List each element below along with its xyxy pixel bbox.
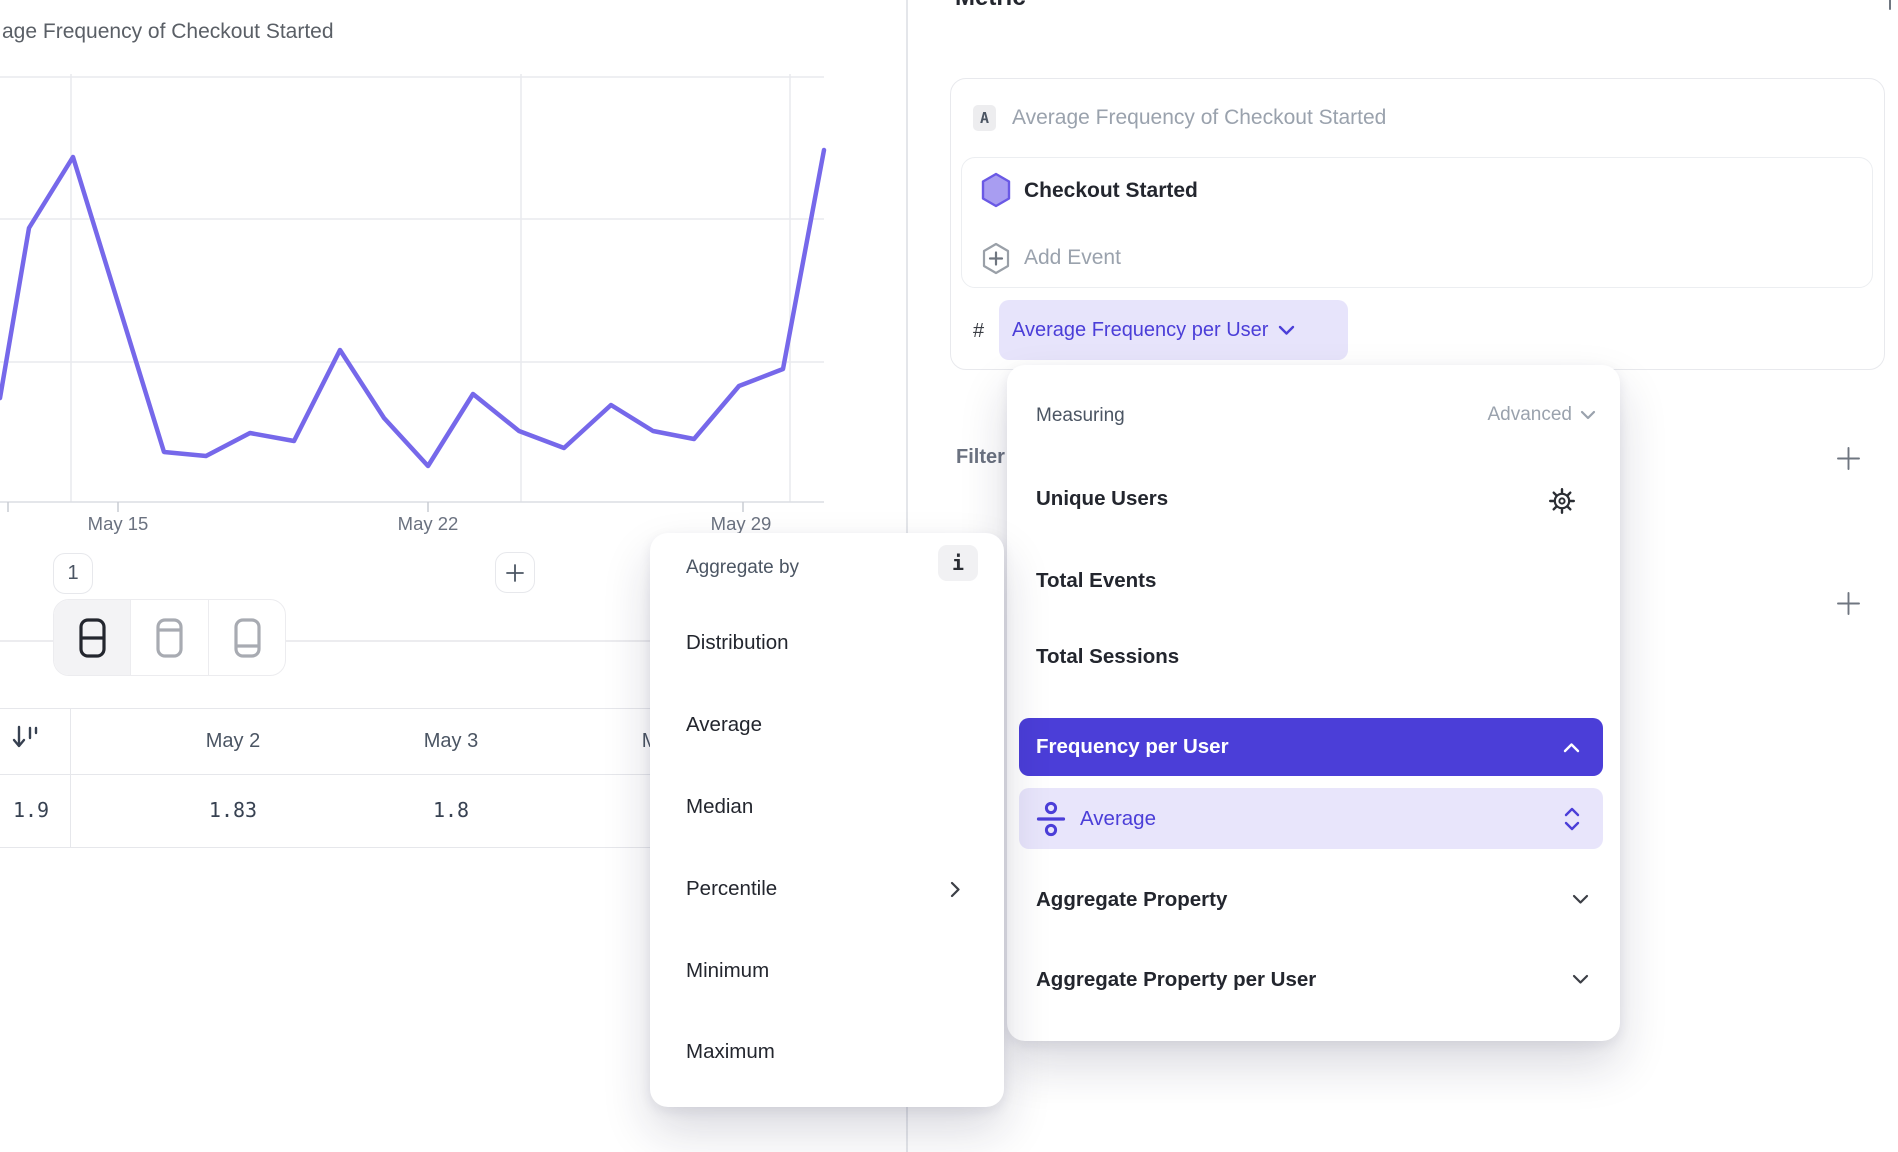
aggregate-property-expand[interactable] xyxy=(1572,894,1589,905)
sub-item-average[interactable]: Average xyxy=(1019,788,1603,849)
percentile-submenu-arrow xyxy=(950,881,961,898)
toggle-split-rows[interactable] xyxy=(54,600,131,675)
sort-descending-icon xyxy=(10,722,40,754)
menu-item-total-events[interactable]: Total Events xyxy=(1036,569,1156,593)
add-event-icon[interactable] xyxy=(981,242,1011,275)
metric-section-heading: Metric xyxy=(955,0,1026,12)
menu-item-aggregate-property-per-user[interactable]: Aggregate Property per User xyxy=(1036,968,1316,992)
agg-item-minimum[interactable]: Minimum xyxy=(686,959,769,983)
table-cell-total: 1.9 xyxy=(0,774,62,847)
measure-pill-label: Average Frequency per User xyxy=(1012,319,1268,342)
agg-item-average[interactable]: Average xyxy=(686,713,762,737)
toggle-bottom-bar[interactable] xyxy=(209,600,285,675)
chart-builder-app: age Frequency of Checkout Started May 15… xyxy=(0,0,1898,1152)
metric-title-input[interactable]: Average Frequency of Checkout Started xyxy=(1012,106,1386,130)
chevron-right-icon xyxy=(950,881,961,898)
info-icon[interactable]: i xyxy=(938,545,978,581)
chevron-down-icon xyxy=(1580,410,1596,420)
agg-item-median[interactable]: Median xyxy=(686,795,753,819)
measure-type-prefix: # xyxy=(973,320,984,343)
menu-item-aggregate-property[interactable]: Aggregate Property xyxy=(1036,888,1227,912)
add-event-label[interactable]: Add Event xyxy=(1024,246,1121,270)
filter-section-heading: Filter xyxy=(956,446,1005,469)
metric-label-badge: A xyxy=(973,105,996,131)
granularity-input[interactable]: 1 xyxy=(53,553,93,594)
aggregate-property-per-user-expand[interactable] xyxy=(1572,974,1589,985)
table-cell-may3: 1.8 xyxy=(371,774,531,847)
add-metric-icon[interactable] xyxy=(1877,0,1898,12)
agg-item-maximum[interactable]: Maximum xyxy=(686,1040,775,1064)
layout-top-bar-icon xyxy=(146,617,192,659)
granularity-value: 1 xyxy=(67,562,78,585)
chevron-down-icon xyxy=(1278,325,1295,336)
menu-item-unique-users[interactable]: Unique Users xyxy=(1036,487,1168,511)
view-layout-toggle-group xyxy=(53,599,286,676)
layout-split-horizontal-icon xyxy=(69,617,115,659)
table-column-separator xyxy=(70,708,71,847)
x-tick-label: May 15 xyxy=(73,513,163,535)
aggregate-by-label: Aggregate by xyxy=(686,557,799,579)
toggle-top-bar[interactable] xyxy=(131,600,208,675)
advanced-toggle[interactable]: Advanced xyxy=(1487,404,1596,426)
layout-bottom-bar-icon xyxy=(224,617,270,659)
unique-users-settings-button[interactable] xyxy=(1548,487,1576,515)
menu-item-frequency-per-user[interactable]: Frequency per User xyxy=(1019,718,1603,776)
x-tick-label: May 29 xyxy=(696,513,786,535)
agg-item-distribution[interactable]: Distribution xyxy=(686,631,789,655)
x-tick-label: May 22 xyxy=(383,513,473,535)
add-annotation-button[interactable] xyxy=(495,552,535,593)
table-sort-button[interactable] xyxy=(10,722,40,754)
table-header-may2[interactable]: May 2 xyxy=(153,708,313,774)
menu-item-total-sessions[interactable]: Total Sessions xyxy=(1036,645,1179,669)
add-filter-icon[interactable] xyxy=(1835,445,1862,472)
table-header-may3[interactable]: May 3 xyxy=(371,708,531,774)
measure-dropdown-trigger[interactable]: Average Frequency per User xyxy=(999,300,1348,360)
chart-title: age Frequency of Checkout Started xyxy=(2,20,334,44)
chevron-down-icon xyxy=(1572,894,1589,905)
event-hexagon-icon xyxy=(980,172,1012,208)
sub-item-label: Average xyxy=(1080,807,1156,831)
selected-item-label: Frequency per User xyxy=(1036,735,1229,759)
event-name[interactable]: Checkout Started xyxy=(1024,179,1198,203)
plus-icon xyxy=(503,561,527,585)
measuring-dropdown: Measuring Advanced Unique Users Total Ev… xyxy=(1007,365,1620,1041)
aggregate-by-dropdown: Aggregate by i Distribution Average Medi… xyxy=(650,533,1004,1107)
gear-icon xyxy=(1548,487,1576,515)
agg-item-percentile[interactable]: Percentile xyxy=(686,877,777,901)
unfold-icon xyxy=(1564,807,1580,831)
table-cell-may2: 1.83 xyxy=(153,774,313,847)
chevron-down-icon xyxy=(1572,974,1589,985)
measuring-label: Measuring xyxy=(1036,405,1125,427)
advanced-label: Advanced xyxy=(1487,404,1572,426)
average-divide-icon xyxy=(1036,801,1066,837)
add-breakdown-icon[interactable] xyxy=(1835,590,1862,617)
chevron-up-icon xyxy=(1563,742,1580,753)
line-chart xyxy=(0,60,840,520)
